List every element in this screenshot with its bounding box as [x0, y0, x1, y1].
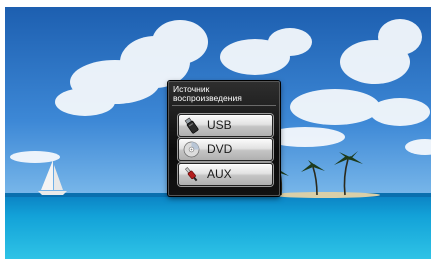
usb-source-label: USB: [207, 118, 232, 132]
aux-cable-icon: [185, 167, 198, 182]
dialog-title-line2: воспроизведения: [173, 93, 242, 103]
source-select-dialog: Источник воспроизведения USB DVD AUX: [168, 81, 280, 196]
aux-source-label: AUX: [207, 167, 232, 181]
usb-drive-icon: [184, 117, 199, 134]
dvd-source-button[interactable]: DVD: [178, 138, 273, 161]
dialog-divider: [172, 105, 276, 106]
screen: Источник воспроизведения USB DVD AUX: [5, 7, 431, 259]
usb-source-button[interactable]: USB: [178, 114, 273, 137]
disc-icon: [183, 141, 200, 158]
aux-source-button[interactable]: AUX: [178, 163, 273, 186]
dvd-source-label: DVD: [207, 142, 233, 156]
dialog-title: Источник воспроизведения: [173, 85, 277, 103]
